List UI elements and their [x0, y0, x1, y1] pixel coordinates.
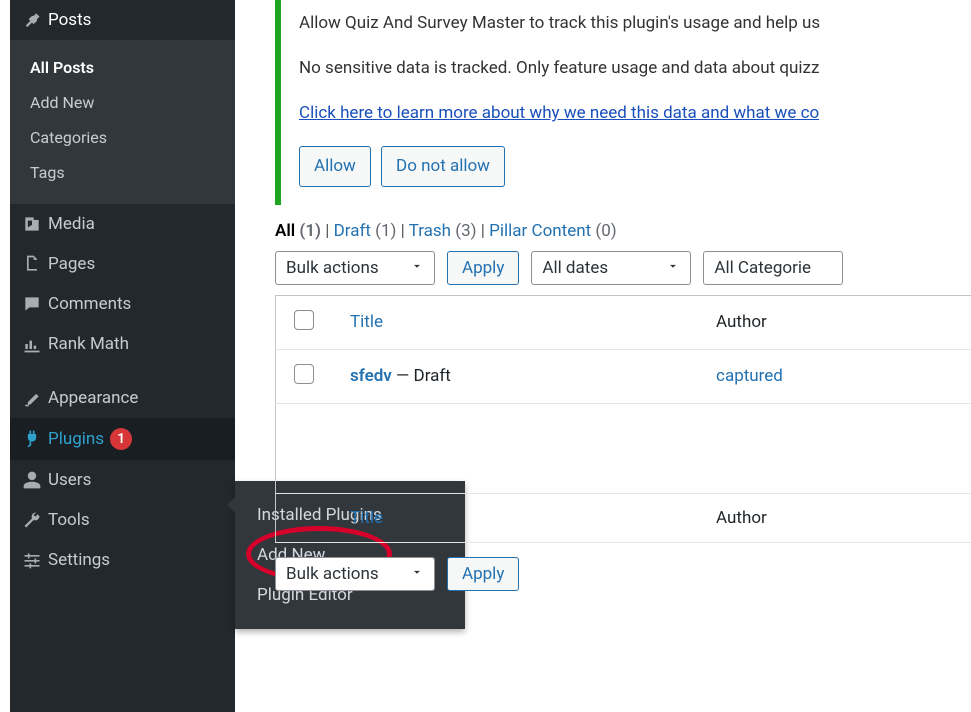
sidebar-sub-tags[interactable]: Tags — [26, 155, 235, 190]
chevron-down-icon — [410, 564, 424, 584]
chart-icon — [22, 334, 48, 354]
sidebar-item-tools[interactable]: Tools — [10, 500, 235, 540]
sidebar-item-plugins[interactable]: Plugins 1 — [10, 418, 235, 460]
bottom-toolbar: Bulk actions Apply — [275, 557, 971, 591]
filter-pillar[interactable]: Pillar Content (0) — [489, 221, 617, 241]
apply-button-bottom[interactable]: Apply — [447, 557, 519, 591]
chevron-down-icon — [410, 258, 424, 278]
bulk-actions-select[interactable]: Bulk actions — [275, 251, 435, 285]
top-toolbar: Bulk actions Apply All dates All Categor… — [275, 251, 971, 285]
select-all-checkbox[interactable] — [294, 310, 314, 330]
flyout-arrow — [227, 497, 235, 513]
post-status-filters: All (1) | Draft (1) | Trash (3) | Pillar… — [275, 221, 971, 241]
notice-line2: No sensitive data is tracked. Only featu… — [299, 55, 967, 82]
wrench-icon — [22, 510, 48, 530]
column-title-footer[interactable]: Title — [332, 493, 698, 542]
sidebar-item-rankmath[interactable]: Rank Math — [10, 324, 235, 364]
row-checkbox[interactable] — [294, 364, 314, 384]
sidebar-item-comments[interactable]: Comments — [10, 284, 235, 324]
plugins-update-badge: 1 — [110, 428, 132, 450]
plug-icon — [22, 429, 48, 449]
sidebar-item-media[interactable]: Media — [10, 204, 235, 244]
comments-icon — [22, 294, 48, 314]
sidebar-item-settings[interactable]: Settings — [10, 540, 235, 580]
column-author: Author — [698, 295, 971, 349]
do-not-allow-button[interactable]: Do not allow — [381, 146, 505, 187]
cell-title: sfedv — Draft — [332, 349, 698, 403]
filter-trash[interactable]: Trash (3) — [409, 221, 477, 241]
table-gap — [276, 403, 971, 493]
filter-all[interactable]: All (1) — [275, 221, 321, 241]
filter-draft[interactable]: Draft (1) — [334, 221, 397, 241]
sidebar-sub-all-posts[interactable]: All Posts — [26, 50, 235, 85]
main-content: Allow Quiz And Survey Master to track th… — [235, 0, 971, 601]
pages-icon — [22, 254, 48, 274]
sliders-icon — [22, 550, 48, 570]
tracking-notice: Allow Quiz And Survey Master to track th… — [275, 0, 971, 205]
sidebar-item-appearance[interactable]: Appearance — [10, 378, 235, 418]
user-icon — [22, 470, 48, 490]
sidebar-item-posts[interactable]: Posts — [10, 0, 235, 40]
table-row: sfedv — Draft captured — [276, 349, 971, 403]
allow-button[interactable]: Allow — [299, 146, 371, 187]
brush-icon — [22, 388, 48, 408]
notice-learn-link[interactable]: Click here to learn more about why we ne… — [299, 103, 819, 123]
media-icon — [22, 214, 48, 234]
post-title-link[interactable]: sfedv — [350, 366, 392, 386]
sidebar-sub-categories[interactable]: Categories — [26, 120, 235, 155]
date-filter-select[interactable]: All dates — [531, 251, 691, 285]
posts-table: Title Author sfedv — Draft captured Titl… — [275, 295, 971, 543]
bulk-actions-select-bottom[interactable]: Bulk actions — [275, 557, 435, 591]
admin-sidebar: Posts All Posts Add New Categories Tags … — [10, 0, 235, 712]
chevron-down-icon — [666, 258, 680, 278]
cell-author: captured — [698, 349, 971, 403]
sidebar-item-users[interactable]: Users — [10, 460, 235, 500]
sidebar-label: Posts — [48, 10, 91, 30]
notice-line1: Allow Quiz And Survey Master to track th… — [299, 10, 967, 37]
apply-button-top[interactable]: Apply — [447, 251, 519, 285]
select-all-header — [276, 295, 333, 349]
sidebar-posts-submenu: All Posts Add New Categories Tags — [10, 40, 235, 204]
sidebar-item-pages[interactable]: Pages — [10, 244, 235, 284]
pin-icon — [22, 10, 48, 30]
author-link[interactable]: captured — [716, 366, 783, 386]
column-author-footer: Author — [698, 493, 971, 542]
sidebar-sub-add-new[interactable]: Add New — [26, 85, 235, 120]
column-title[interactable]: Title — [332, 295, 698, 349]
category-filter-select[interactable]: All Categorie — [703, 251, 843, 285]
